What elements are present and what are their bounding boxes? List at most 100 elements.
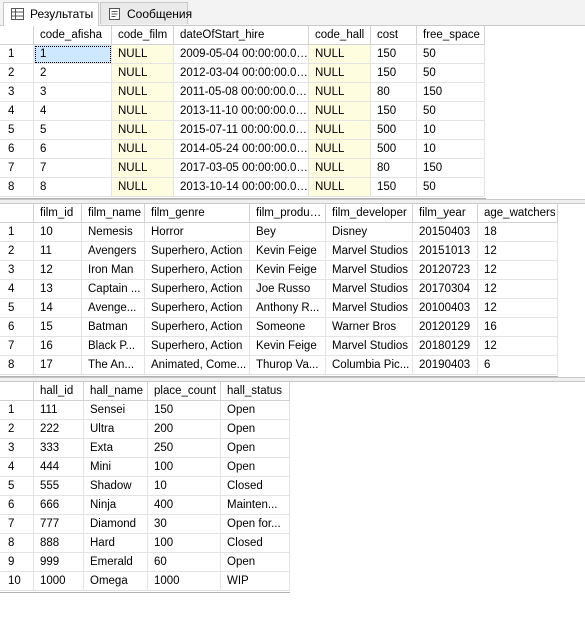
column-header-hall-id[interactable]: hall_id <box>34 382 84 401</box>
row-number[interactable]: 7 <box>0 515 34 534</box>
table-cell[interactable]: 2013-11-10 00:00:00.000 <box>174 102 309 121</box>
row-number[interactable]: 8 <box>0 356 34 375</box>
table-cell[interactable]: Marvel Studios <box>326 299 413 318</box>
table-cell[interactable]: Horror <box>145 223 250 242</box>
table-cell[interactable]: Emerald <box>84 553 148 572</box>
table-cell[interactable]: 2012-03-04 00:00:00.000 <box>174 64 309 83</box>
row-number[interactable]: 9 <box>0 553 34 572</box>
table-cell[interactable]: 12 <box>478 299 558 318</box>
table-cell[interactable]: Iron Man <box>82 261 145 280</box>
table-cell[interactable]: 888 <box>34 534 84 553</box>
table-cell[interactable]: 777 <box>34 515 84 534</box>
row-number[interactable]: 3 <box>0 439 34 458</box>
table-cell[interactable]: 15 <box>34 318 82 337</box>
table-cell[interactable]: NULL <box>309 64 371 83</box>
table-cell[interactable]: 400 <box>148 496 221 515</box>
column-header-film-genre[interactable]: film_genre <box>145 204 250 223</box>
table-cell[interactable]: 111 <box>34 401 84 420</box>
table-cell[interactable]: Avenge... <box>82 299 145 318</box>
table-cell[interactable]: 14 <box>34 299 82 318</box>
table-cell[interactable]: 444 <box>34 458 84 477</box>
table-cell[interactable]: 50 <box>417 64 485 83</box>
column-header-hall-name[interactable]: hall_name <box>84 382 148 401</box>
table-cell[interactable]: 4 <box>34 102 112 121</box>
row-number[interactable]: 3 <box>0 261 34 280</box>
table-cell[interactable]: 500 <box>371 121 417 140</box>
table-cell[interactable]: 150 <box>371 102 417 121</box>
row-number[interactable]: 3 <box>0 83 34 102</box>
table-cell[interactable]: Columbia Pic... <box>326 356 413 375</box>
table-cell[interactable]: 20180129 <box>413 337 478 356</box>
table-cell[interactable]: 13 <box>34 280 82 299</box>
table-cell[interactable]: 12 <box>34 261 82 280</box>
table-cell[interactable]: 555 <box>34 477 84 496</box>
table-cell[interactable]: WIP <box>221 572 290 591</box>
table-cell[interactable]: 6 <box>34 140 112 159</box>
table-cell[interactable]: 18 <box>478 223 558 242</box>
column-header-code-hall[interactable]: code_hall <box>309 26 371 45</box>
table-cell[interactable]: 10 <box>34 223 82 242</box>
table-cell[interactable]: Superhero, Action <box>145 242 250 261</box>
table-cell[interactable]: 20150403 <box>413 223 478 242</box>
table-cell[interactable]: Kevin Feige <box>250 337 326 356</box>
column-header-film-producer[interactable]: film_producer <box>250 204 326 223</box>
tab-messages[interactable]: Сообщения <box>100 2 192 24</box>
table-cell[interactable]: 50 <box>417 102 485 121</box>
table-cell[interactable]: Batman <box>82 318 145 337</box>
table-cell[interactable]: 1000 <box>148 572 221 591</box>
table-cell[interactable]: Marvel Studios <box>326 242 413 261</box>
table-cell[interactable]: 3 <box>34 83 112 102</box>
table-cell[interactable]: 30 <box>148 515 221 534</box>
table-cell[interactable]: 20190403 <box>413 356 478 375</box>
table-cell[interactable]: 80 <box>371 159 417 178</box>
table-cell[interactable]: 150 <box>148 401 221 420</box>
table-cell[interactable]: 16 <box>478 318 558 337</box>
table-cell[interactable]: NULL <box>112 64 174 83</box>
table-cell[interactable]: 20120129 <box>413 318 478 337</box>
row-number[interactable]: 1 <box>0 45 34 64</box>
table-cell[interactable]: Superhero, Action <box>145 337 250 356</box>
row-number[interactable]: 10 <box>0 572 34 591</box>
table-cell[interactable]: 1 <box>34 45 112 64</box>
table-cell[interactable]: 666 <box>34 496 84 515</box>
table-cell[interactable]: 12 <box>478 337 558 356</box>
column-header-dateofstart-hire[interactable]: dateOfStart_hire <box>174 26 309 45</box>
column-header-film-developer[interactable]: film_developer <box>326 204 413 223</box>
table-cell[interactable]: 20170304 <box>413 280 478 299</box>
table-cell[interactable]: 2017-03-05 00:00:00.000 <box>174 159 309 178</box>
row-number[interactable]: 1 <box>0 401 34 420</box>
table-cell[interactable]: Marvel Studios <box>326 337 413 356</box>
table-cell[interactable]: Open for... <box>221 515 290 534</box>
table-cell[interactable]: Open <box>221 553 290 572</box>
row-number[interactable]: 8 <box>0 178 34 197</box>
table-cell[interactable]: Kevin Feige <box>250 242 326 261</box>
table-cell[interactable]: Bey <box>250 223 326 242</box>
table-cell[interactable]: 1000 <box>34 572 84 591</box>
table-cell[interactable]: Superhero, Action <box>145 299 250 318</box>
table-cell[interactable]: 2011-05-08 00:00:00.000 <box>174 83 309 102</box>
row-number[interactable]: 7 <box>0 159 34 178</box>
table-cell[interactable]: Open <box>221 420 290 439</box>
table-cell[interactable]: 5 <box>34 121 112 140</box>
table-cell[interactable]: NULL <box>309 159 371 178</box>
row-number[interactable]: 5 <box>0 299 34 318</box>
row-header-corner[interactable] <box>0 382 34 401</box>
table-cell[interactable]: NULL <box>309 102 371 121</box>
table-cell[interactable]: Animated, Come... <box>145 356 250 375</box>
table-cell[interactable]: 222 <box>34 420 84 439</box>
table-cell[interactable]: Ultra <box>84 420 148 439</box>
table-cell[interactable]: Captain ... <box>82 280 145 299</box>
table-cell[interactable]: The An... <box>82 356 145 375</box>
table-cell[interactable]: 6 <box>478 356 558 375</box>
table-cell[interactable]: NULL <box>309 178 371 197</box>
table-cell[interactable]: Marvel Studios <box>326 280 413 299</box>
table-cell[interactable]: Avengers <box>82 242 145 261</box>
row-number[interactable]: 2 <box>0 242 34 261</box>
table-cell[interactable]: Warner Bros <box>326 318 413 337</box>
table-cell[interactable]: 150 <box>371 45 417 64</box>
table-cell[interactable]: Hard <box>84 534 148 553</box>
table-cell[interactable]: Closed <box>221 534 290 553</box>
table-cell[interactable]: NULL <box>112 159 174 178</box>
table-cell[interactable]: Joe Russo <box>250 280 326 299</box>
row-number[interactable]: 7 <box>0 337 34 356</box>
